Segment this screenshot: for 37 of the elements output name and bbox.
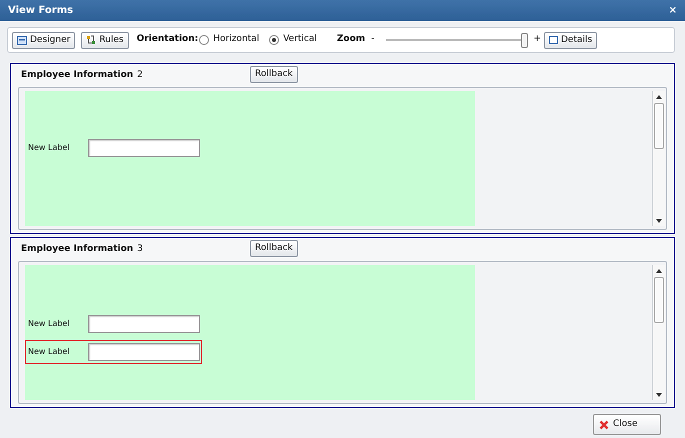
scroll-up-icon[interactable]	[656, 95, 662, 99]
orientation-label: Orientation:	[136, 33, 198, 46]
designer-button[interactable]: Designer	[12, 32, 76, 48]
slider-thumb[interactable]	[521, 32, 528, 48]
rules-button[interactable]: Rules	[81, 32, 129, 48]
form-number: 3	[137, 242, 143, 256]
input-field[interactable]	[88, 139, 200, 157]
radio-button[interactable]	[199, 35, 210, 45]
form-icon	[17, 36, 27, 44]
rules-icon	[86, 35, 96, 45]
scroll-down-icon[interactable]	[656, 393, 662, 397]
radio-label: Horizontal	[213, 33, 260, 46]
form-title: Employee Information	[20, 68, 134, 82]
window-title: View Forms	[8, 4, 74, 18]
field-label: New Label	[28, 346, 71, 358]
field-label: New Label	[28, 142, 71, 154]
radio-label: Vertical	[283, 33, 317, 46]
zoom-out-label: -	[371, 33, 374, 46]
radio-button[interactable]	[269, 35, 280, 45]
rollback-button[interactable]: Rollback	[250, 66, 298, 83]
scrollbar[interactable]	[652, 91, 665, 226]
scrollbar[interactable]	[652, 265, 665, 400]
rollback-button[interactable]: Rollback	[250, 240, 298, 257]
window-icon	[548, 36, 558, 44]
scroll-up-icon[interactable]	[656, 269, 662, 273]
zoom-in-label: +	[533, 33, 541, 46]
close-button[interactable]: Close	[593, 414, 661, 435]
form-number: 2	[137, 68, 143, 82]
zoom-label: Zoom	[336, 33, 366, 46]
form-title: Employee Information	[20, 242, 134, 256]
details-button[interactable]: Details	[544, 32, 598, 48]
scroll-down-icon[interactable]	[656, 219, 662, 223]
input-field[interactable]	[88, 315, 200, 333]
field-label: New Label	[28, 318, 71, 330]
close-icon[interactable]: ×	[668, 3, 677, 18]
input-field[interactable]	[88, 343, 200, 361]
close-icon	[599, 420, 609, 430]
